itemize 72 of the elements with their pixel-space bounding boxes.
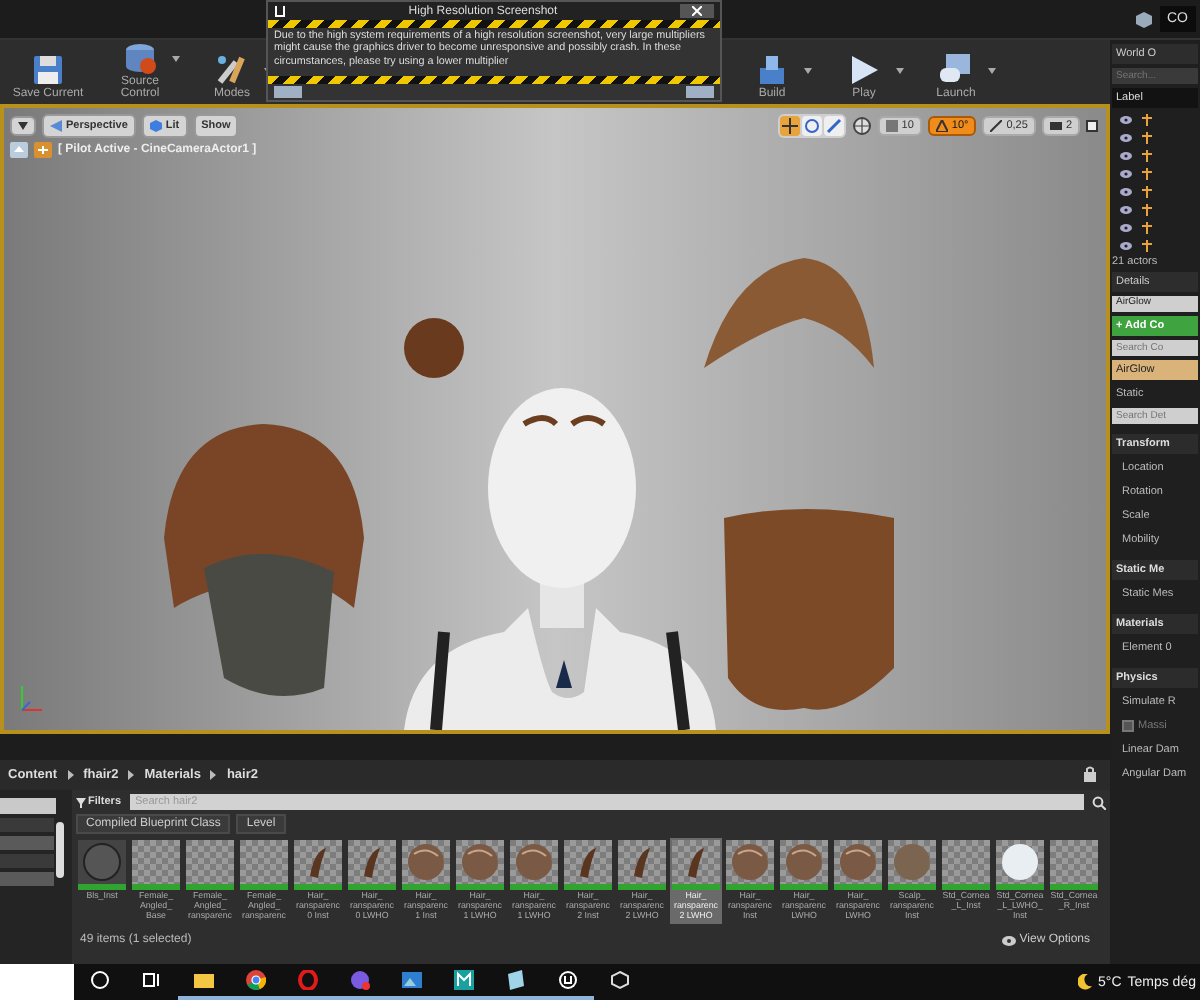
actor-icon <box>1142 167 1152 179</box>
opera-icon <box>298 970 318 990</box>
taskbar-app[interactable] <box>230 964 282 1000</box>
folder-icon <box>194 970 214 990</box>
circle-icon <box>90 970 110 990</box>
camera-icon <box>50 120 62 132</box>
scale-icon <box>825 118 842 134</box>
moon-icon <box>1078 974 1092 990</box>
cube-icon <box>610 970 630 990</box>
funnel-icon <box>76 797 86 807</box>
actor-icon <box>1142 131 1152 143</box>
checkerboard-icon <box>1050 840 1098 890</box>
actor-icon <box>1142 149 1152 161</box>
chevron-icon <box>210 770 217 780</box>
eye-icon <box>1001 935 1016 946</box>
scrollbar[interactable] <box>56 822 64 878</box>
taskbar-search-field[interactable] <box>0 964 74 1000</box>
camera-icon <box>1049 120 1062 132</box>
checkerboard-icon <box>240 840 288 890</box>
rotate-icon <box>803 118 820 134</box>
unreal-logo-icon <box>274 5 286 17</box>
padlock-icon <box>1084 766 1098 782</box>
checkbox[interactable] <box>1122 720 1134 732</box>
pivot-arrow-icon <box>556 660 572 688</box>
database-icon <box>122 40 158 76</box>
unreal-logo-icon <box>558 970 578 990</box>
note-icon <box>506 970 526 990</box>
transform-mode-button[interactable] <box>801 116 822 136</box>
play-icon <box>846 52 882 88</box>
taskbar-app[interactable] <box>438 964 490 1000</box>
picture-icon <box>402 970 422 990</box>
axis-gizmo-icon <box>16 682 44 714</box>
chrome-icon <box>246 970 266 990</box>
taskbar-app[interactable] <box>490 964 542 1000</box>
checkerboard-icon <box>186 840 234 890</box>
folder-search-field[interactable] <box>0 798 56 814</box>
hair-strand-icon <box>564 840 612 890</box>
taskbar-app[interactable] <box>282 964 334 1000</box>
checkerboard-icon <box>942 840 990 890</box>
search-icon <box>1092 795 1106 809</box>
eject-icon <box>10 142 28 158</box>
checkerboard-icon <box>132 840 180 890</box>
task-view-icon <box>142 970 162 990</box>
chevron-icon <box>67 770 74 780</box>
move-arrows-icon <box>781 118 798 134</box>
globe-icon <box>851 116 872 136</box>
pilot-icon <box>34 142 52 158</box>
actor-icon <box>1142 185 1152 197</box>
actor-icon <box>1142 203 1152 215</box>
transform-mode-button[interactable] <box>779 116 800 136</box>
actor-icon <box>1142 221 1152 233</box>
chat-bubble-icon <box>350 970 370 990</box>
grid-icon <box>885 120 898 132</box>
maximize-icon <box>1086 120 1098 132</box>
close-button[interactable] <box>680 4 714 18</box>
blocks-icon <box>754 52 790 88</box>
hair-strand-icon <box>618 840 666 890</box>
tools-icon <box>214 52 250 88</box>
hair-strand-icon <box>294 840 342 890</box>
caret-icon <box>18 122 28 130</box>
transform-mode-button[interactable] <box>823 116 844 136</box>
actor-icon <box>1142 239 1152 251</box>
cube-icon <box>149 120 162 132</box>
chevron-icon <box>128 770 135 780</box>
actor-icon <box>1142 113 1152 125</box>
cube-icon <box>1135 11 1151 27</box>
hair-strand-icon <box>672 840 720 890</box>
letter-tile-icon <box>454 970 474 990</box>
close-icon <box>692 6 702 16</box>
triangle-icon <box>935 120 948 132</box>
viewport-menu-button[interactable] <box>10 116 36 136</box>
hair-strand-icon <box>348 840 396 890</box>
